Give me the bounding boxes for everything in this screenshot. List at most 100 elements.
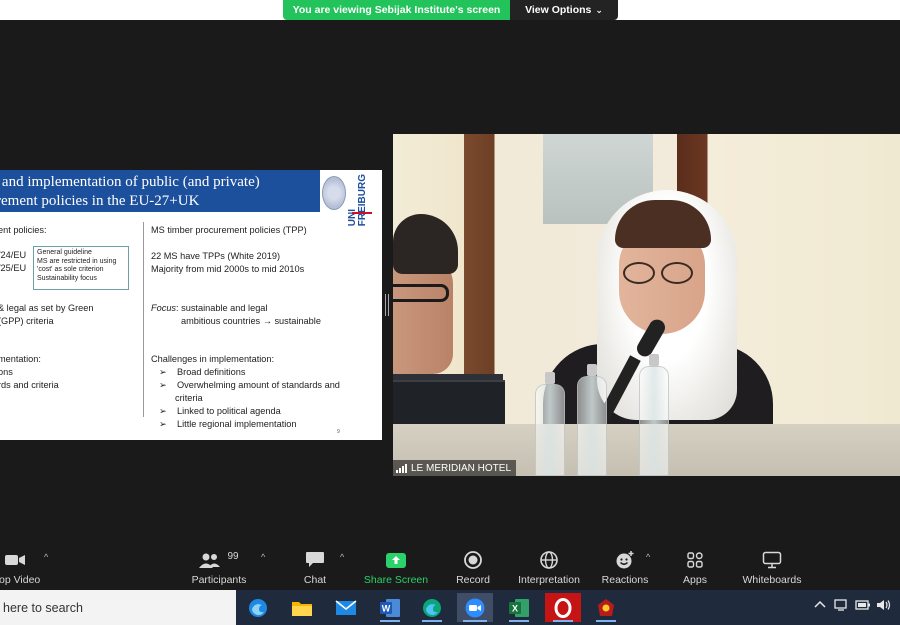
taskbar-search-placeholder: here to search [3,600,83,615]
guideline-line: General guideline [37,249,92,256]
video-camera-icon [4,548,26,572]
view-options-button[interactable]: View Options ⌄ [510,0,618,20]
video-man-glasses [393,284,449,302]
focus-label: Focus [151,303,177,313]
focus-text: : sustainable and legal [176,303,268,313]
guideline-line: MS are restricted in using [37,257,117,265]
network-icon[interactable] [834,599,850,614]
windows-taskbar: here to search W X [0,590,900,625]
running-indicator [553,620,573,622]
bullet-text: Broad definitions [177,367,246,377]
slide-right-challenges-heading: Challenges in implementation: [151,354,275,364]
slide-left-impl-heading: mentation: [0,354,41,364]
battery-icon[interactable] [855,599,871,614]
game-app-icon[interactable] [588,593,624,622]
apps-icon [687,548,703,572]
bullet-arrow-icon: ➢ [159,380,167,390]
slide-bullet: ➢ Linked to political agenda [159,405,281,418]
slide-bullet: ➢ Overwhelming amount of standards and [159,379,340,392]
guideline-line: Sustainability focus [37,274,97,282]
slide-title: t and implementation of public (and priv… [0,170,320,212]
whiteboard-icon [762,548,782,572]
slide-page-number: 9 [337,429,340,435]
bullet-arrow-icon: ➢ [159,419,167,429]
excel-letter: X [512,603,518,613]
running-indicator [509,620,529,622]
slide-left-directive-1: /24/EU [0,250,27,260]
guideline-line: 'cost' as sole criterion [37,266,104,274]
university-logo-text: UNI FREIBURG [347,174,368,227]
video-bottle-cap [649,354,659,366]
slide-left-impl-2: rds and criteria [0,380,59,390]
record-button[interactable]: Record [452,540,494,590]
participant-video-tile[interactable]: LE MERIDIAN HOTEL [393,134,900,476]
reactions-button[interactable]: Reactions [600,540,650,590]
record-icon [464,548,482,572]
slide-left-impl-1: ons [0,367,13,377]
slide-bullet-continuation: criteria [175,393,203,403]
slide-bullet: ➢ Little regional implementation [159,418,297,431]
video-options-caret-icon[interactable]: ^ [44,552,48,562]
opera-app-icon[interactable] [545,593,581,622]
video-bottle-cap [545,372,555,384]
chat-bubble-icon [305,548,325,572]
volume-icon[interactable] [876,599,892,614]
slide-right-point-2: Majority from mid 2000s to mid 2010s [151,264,305,274]
video-glasses-lens [623,262,655,284]
taskbar-search-box[interactable]: here to search [0,590,236,625]
whiteboards-button[interactable]: Whiteboards [736,540,808,590]
edge-dev-icon[interactable] [414,593,450,622]
share-screen-icon [385,548,407,572]
signal-strength-icon [396,463,407,473]
share-screen-button[interactable]: Share Screen [362,540,430,590]
video-bottle [535,384,565,476]
chat-options-caret-icon[interactable]: ^ [340,552,344,562]
running-indicator [380,620,400,622]
slide-column-divider [143,222,144,417]
stop-video-button[interactable]: op Video [0,540,42,590]
slide-right-focus: Focus: sustainable and legal [151,302,267,315]
bullet-arrow-icon: ➢ [159,367,167,377]
video-bottle-cap [587,364,597,376]
running-indicator [596,620,616,622]
view-splitter-handle[interactable] [385,294,389,316]
record-label: Record [456,574,490,586]
interpretation-button[interactable]: Interpretation [512,540,586,590]
bullet-text: Linked to political agenda [177,406,281,416]
share-screen-label: Share Screen [363,574,429,586]
bullet-arrow-icon: ➢ [159,406,167,416]
participants-icon: 99 [199,548,239,572]
reactions-label: Reactions [601,574,649,586]
reactions-options-caret-icon[interactable]: ^ [646,552,650,562]
slide-bullet: ➢ Broad definitions [159,366,245,379]
bullet-text: Overwhelming amount of standards and [177,380,340,390]
running-indicator [422,620,442,622]
chat-button[interactable]: Chat [295,540,335,590]
slide-title-line-1: t and implementation of public (and priv… [0,174,260,190]
chevron-up-icon[interactable] [814,599,826,612]
video-bottle [639,366,669,476]
participants-options-caret-icon[interactable]: ^ [261,552,265,562]
mail-app-icon[interactable] [328,593,364,622]
zoom-app-icon[interactable] [457,593,493,622]
slide-right-focus-2: ambitious countries → sustainable [181,316,321,326]
video-glasses-lens [661,262,693,284]
excel-app-icon[interactable]: X [501,593,537,622]
word-app-icon[interactable]: W [372,593,408,622]
screen-share-banner: You are viewing Sebijak Institute's scre… [283,0,618,20]
participants-count: 99 [227,550,239,562]
slide-left-gpp-2: (GPP) criteria [0,316,54,326]
slide-guideline-box: General guideline MS are restricted in u… [33,246,129,290]
apps-button[interactable]: Apps [678,540,712,590]
meeting-controls: op Video ^ 99 Participants ^ Chat ^ Shar… [0,540,900,590]
logo-accent-line [352,212,372,214]
video-bottle [577,376,607,476]
edge-app-icon[interactable] [240,593,276,622]
slide-left-heading: ent policies: [0,225,47,235]
stop-video-label: op Video [0,574,41,586]
participant-name: LE MERIDIAN HOTEL [411,462,512,474]
apps-label: Apps [683,574,707,586]
participants-button[interactable]: 99 Participants [188,540,250,590]
file-explorer-icon[interactable] [284,593,320,622]
word-letter: W [382,603,391,613]
